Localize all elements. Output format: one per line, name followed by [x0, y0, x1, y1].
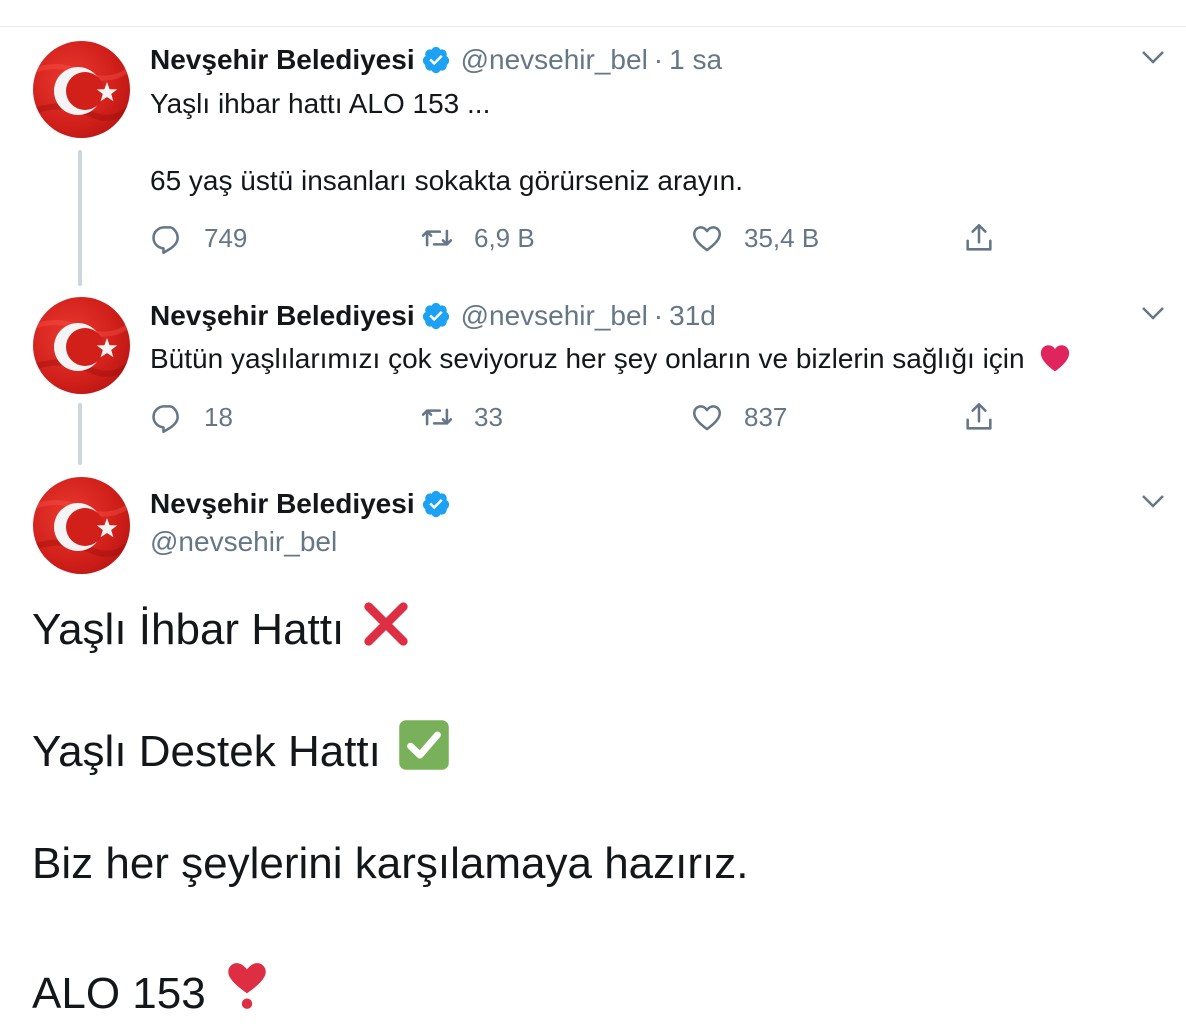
- share-button[interactable]: [962, 397, 996, 437]
- tweet-body-line: Yaşlı İhbar Hattı: [32, 598, 412, 656]
- author-handle[interactable]: @nevsehir_bel: [150, 526, 337, 557]
- turkish-flag-icon: [33, 320, 130, 377]
- tweet-actions: 18 33 837: [150, 397, 1030, 437]
- red-heart-emoji-icon: [1041, 345, 1070, 372]
- tweet-text: Yaşlı Destek Hattı: [32, 727, 381, 776]
- thread-connector: [78, 150, 82, 286]
- chevron-down-icon[interactable]: [1138, 42, 1168, 72]
- like-button[interactable]: 35,4 B: [690, 218, 819, 258]
- tweet-body-line: ALO 153: [32, 958, 272, 1020]
- retweet-button[interactable]: 6,9 B: [420, 218, 535, 258]
- chevron-down-icon[interactable]: [1138, 486, 1168, 516]
- reply-icon: [152, 405, 179, 434]
- author-handle-line: @nevsehir_bel: [150, 525, 337, 559]
- share-button[interactable]: [962, 218, 996, 258]
- check-mark-button-emoji-icon: [399, 720, 449, 770]
- tweet-text: Bütün yaşlılarımızı çok seviyoruz her şe…: [150, 343, 1025, 374]
- tweet-text-line: Bütün yaşlılarımızı çok seviyoruz her şe…: [150, 341, 1072, 377]
- turkish-flag-icon: [33, 64, 130, 121]
- share-icon: [966, 402, 992, 430]
- tweet-timestamp[interactable]: 1 sa: [669, 44, 722, 75]
- tweet-actions: 749 6,9 B 35,4 B: [150, 218, 1030, 258]
- retweet-count: 33: [474, 401, 503, 432]
- tweet-text-line: 65 yaş üstü insanları sokakta görürseniz…: [150, 165, 743, 196]
- tweet-body-line: Biz her şeylerini karşılamaya hazırız.: [32, 839, 749, 888]
- reply-button[interactable]: 749: [150, 218, 247, 258]
- retweet-count: 6,9 B: [474, 222, 535, 253]
- author-handle[interactable]: @nevsehir_bel: [461, 44, 648, 75]
- like-button[interactable]: 837: [690, 397, 787, 437]
- author-name[interactable]: Nevşehir Belediyesi: [150, 44, 415, 75]
- author-name[interactable]: Nevşehir Belediyesi: [150, 300, 415, 331]
- top-divider: [0, 0, 1186, 27]
- reply-button[interactable]: 18: [150, 397, 233, 437]
- avatar[interactable]: [33, 477, 130, 574]
- tweet-header: Nevşehir Belediyesi: [150, 487, 451, 521]
- cross-mark-emoji-icon: [364, 602, 408, 646]
- retweet-icon: [421, 229, 453, 247]
- author-handle[interactable]: @nevsehir_bel: [461, 300, 648, 331]
- tweet-header: Nevşehir Belediyesi @nevsehir_bel · 1 sa: [150, 43, 722, 77]
- verified-badge-icon: [422, 302, 449, 330]
- avatar[interactable]: [33, 41, 130, 138]
- like-icon: [692, 226, 722, 252]
- tweet-body-line: Yaşlı Destek Hattı: [32, 718, 451, 778]
- reply-icon: [152, 226, 179, 255]
- tweet-timestamp[interactable]: 31d: [669, 300, 716, 331]
- tweet-text: ALO 153: [32, 969, 206, 1018]
- tweet-header: Nevşehir Belediyesi @nevsehir_bel · 31d: [150, 299, 716, 333]
- verified-badge-icon: [422, 46, 449, 74]
- retweet-icon: [421, 408, 453, 426]
- share-icon: [966, 223, 992, 251]
- like-icon: [692, 405, 722, 431]
- reply-count: 18: [204, 401, 233, 432]
- tweet-text: Yaşlı İhbar Hattı: [32, 605, 345, 654]
- reply-count: 749: [204, 222, 248, 253]
- separator-dot: ·: [653, 300, 664, 331]
- author-name[interactable]: Nevşehir Belediyesi: [150, 488, 415, 519]
- tweet-text-line: Yaşlı ihbar hattı ALO 153 ...: [150, 88, 491, 119]
- chevron-down-icon[interactable]: [1138, 298, 1168, 328]
- retweet-button[interactable]: 33: [420, 397, 503, 437]
- like-count: 837: [744, 401, 788, 432]
- like-count: 35,4 B: [744, 222, 820, 253]
- separator-dot: ·: [653, 44, 664, 75]
- turkish-flag-icon: [33, 500, 130, 557]
- thread-connector: [78, 403, 82, 465]
- avatar[interactable]: [33, 297, 130, 394]
- verified-badge-icon: [422, 490, 449, 518]
- heavy-heart-exclamation-emoji-icon: [227, 963, 266, 1009]
